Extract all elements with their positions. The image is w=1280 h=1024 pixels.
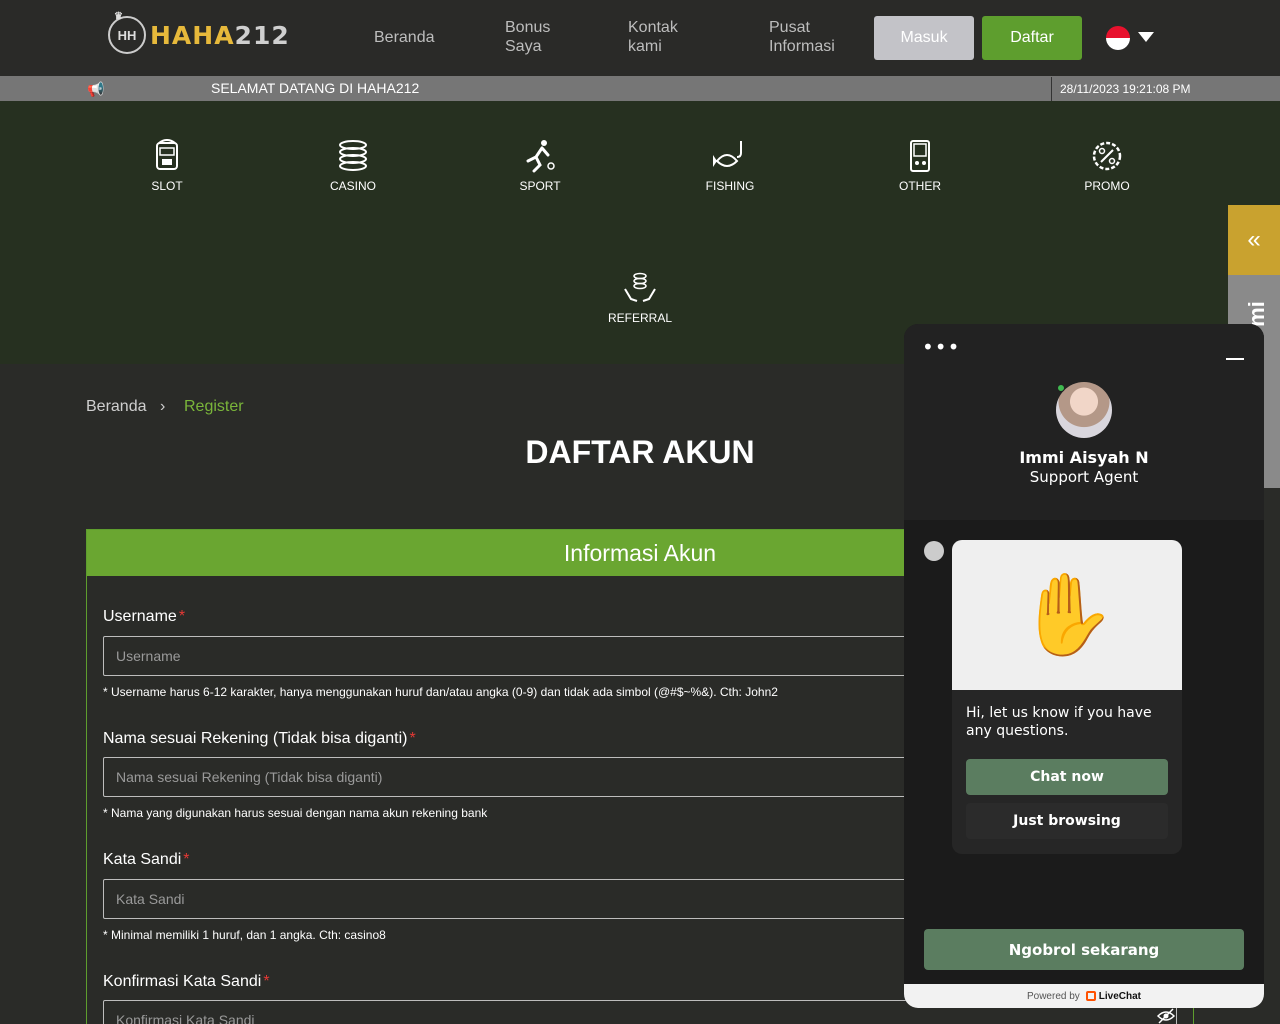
required-mark: * bbox=[183, 851, 190, 868]
category-label: PROMO bbox=[1084, 179, 1130, 193]
agent-avatar bbox=[1056, 382, 1112, 438]
logo-badge-text: HH bbox=[117, 27, 137, 43]
chat-now-button[interactable]: Chat now bbox=[966, 759, 1168, 795]
category-sport[interactable]: SPORT bbox=[490, 139, 590, 193]
raised-hand-icon: ✋ bbox=[952, 540, 1182, 690]
site-header: ♛ HH HAHA212 Beranda Bonus Saya Kontak k… bbox=[0, 0, 1280, 76]
register-button[interactable]: Daftar bbox=[982, 16, 1082, 60]
breadcrumb-home[interactable]: Beranda bbox=[86, 398, 147, 416]
nav-beranda[interactable]: Beranda bbox=[374, 28, 435, 47]
double-chevron-left-icon[interactable]: « bbox=[1228, 205, 1280, 275]
category-casino[interactable]: CASINO bbox=[303, 139, 403, 193]
label-text: Nama sesuai Rekening (Tidak bisa diganti… bbox=[103, 730, 408, 747]
logo-badge: ♛ HH bbox=[108, 11, 146, 54]
handheld-game-icon bbox=[910, 140, 930, 172]
username-hint: * Username harus 6-12 karakter, hanya me… bbox=[103, 685, 778, 699]
more-options-icon[interactable]: ••• bbox=[922, 337, 960, 357]
required-mark: * bbox=[178, 608, 186, 625]
chevron-down-icon[interactable] bbox=[1138, 32, 1154, 42]
divider bbox=[1051, 77, 1052, 101]
agent-name: Immi Aisyah N bbox=[1019, 448, 1149, 467]
powered-by-footer[interactable]: Powered by LiveChat bbox=[904, 984, 1264, 1008]
online-status-dot bbox=[1057, 384, 1065, 392]
nav-pusat-informasi[interactable]: Pusat Informasi bbox=[769, 18, 835, 56]
megaphone-icon: 📢 bbox=[87, 81, 105, 97]
logo-text-gold: HAHA bbox=[150, 20, 235, 50]
breadcrumb-current: Register bbox=[184, 398, 244, 415]
welcome-message-card: ✋ Hi, let us know if you have any questi… bbox=[952, 540, 1182, 854]
nav-bonus-saya[interactable]: Bonus Saya bbox=[505, 18, 550, 56]
indonesia-flag-icon[interactable] bbox=[1106, 26, 1130, 50]
logo-wordmark: HAHA212 bbox=[150, 21, 290, 50]
label-text: Username bbox=[103, 608, 177, 625]
category-referral[interactable]: REFERRAL bbox=[590, 271, 690, 325]
confirm-password-label: Konfirmasi Kata Sandi * bbox=[103, 973, 270, 991]
category-promo[interactable]: PROMO bbox=[1057, 139, 1157, 193]
start-chat-button[interactable]: Ngobrol sekarang bbox=[924, 929, 1244, 970]
minimize-icon[interactable] bbox=[1226, 358, 1244, 360]
account-name-hint: * Nama yang digunakan harus sesuai denga… bbox=[103, 806, 488, 820]
livechat-widget: ••• Immi Aisyah N Support Agent ✋ Hi, le… bbox=[904, 324, 1264, 1008]
crown-icon: ♛ bbox=[114, 11, 123, 22]
category-label: CASINO bbox=[329, 179, 376, 193]
label-text: Konfirmasi Kata Sandi bbox=[103, 973, 262, 990]
side-tab-label: mi bbox=[1243, 301, 1269, 327]
powered-brand: LiveChat bbox=[1098, 990, 1142, 1002]
soccer-player-icon bbox=[526, 140, 555, 173]
required-mark: * bbox=[409, 730, 416, 747]
username-label: Username * bbox=[103, 608, 185, 626]
category-label: SLOT bbox=[151, 179, 183, 193]
fish-hook-icon bbox=[713, 141, 742, 167]
category-slot[interactable]: SLOT bbox=[117, 139, 217, 193]
category-label: OTHER bbox=[899, 179, 941, 193]
nav-kontak-kami[interactable]: Kontak kami bbox=[628, 18, 678, 56]
chevron-right-icon: › bbox=[160, 398, 166, 415]
label-text: Kata Sandi bbox=[103, 851, 182, 868]
category-label: FISHING bbox=[705, 179, 755, 193]
agent-role: Support Agent bbox=[1029, 468, 1139, 486]
password-hint: * Minimal memiliki 1 huruf, dan 1 angka.… bbox=[103, 928, 386, 942]
powered-by-text: Powered by bbox=[1026, 990, 1080, 1002]
password-label: Kata Sandi * bbox=[103, 851, 190, 869]
login-button[interactable]: Masuk bbox=[874, 16, 974, 60]
site-logo[interactable]: ♛ HH HAHA212 bbox=[108, 11, 290, 54]
chat-header: ••• Immi Aisyah N Support Agent bbox=[904, 324, 1264, 520]
welcome-message-text: Hi, let us know if you have any question… bbox=[966, 705, 1152, 739]
promo-percent-icon bbox=[1092, 141, 1122, 171]
current-datetime: 28/11/2023 19:21:08 PM bbox=[1060, 82, 1191, 96]
announcement-bar: 📢 SELAMAT DATANG DI HAHA212 28/11/2023 1… bbox=[0, 76, 1280, 101]
account-name-label: Nama sesuai Rekening (Tidak bisa diganti… bbox=[103, 730, 416, 748]
category-label: SPORT bbox=[519, 179, 561, 193]
casino-chips-icon bbox=[339, 140, 367, 171]
message-avatar bbox=[924, 541, 944, 561]
eye-slash-icon[interactable] bbox=[1157, 1008, 1175, 1024]
category-fishing[interactable]: FISHING bbox=[680, 139, 780, 193]
announcement-text: SELAMAT DATANG DI HAHA212 bbox=[211, 80, 420, 96]
just-browsing-button[interactable]: Just browsing bbox=[966, 803, 1168, 839]
logo-text-silver: 212 bbox=[234, 20, 290, 50]
required-mark: * bbox=[263, 973, 270, 990]
slot-machine-icon bbox=[156, 139, 178, 170]
category-other[interactable]: OTHER bbox=[870, 139, 970, 193]
category-label: REFERRAL bbox=[607, 311, 672, 325]
referral-coins-hand-icon bbox=[624, 272, 656, 302]
livechat-logo-icon bbox=[1085, 991, 1096, 1001]
